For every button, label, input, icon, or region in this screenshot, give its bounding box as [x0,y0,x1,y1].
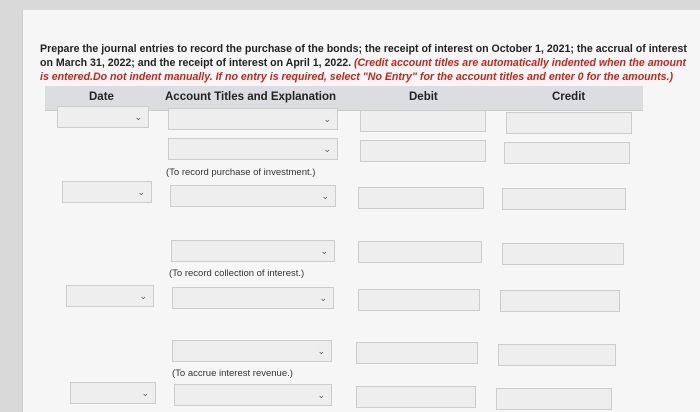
chevron-down-icon: ⌄ [321,191,329,201]
header-credit: Credit [552,91,586,103]
memo-purchase: (To record purchase of investment.) [166,167,316,178]
memo-collection: (To record collection of interest.) [169,268,305,279]
credit-input-2a[interactable] [502,188,626,210]
debit-input-1b[interactable] [360,140,486,162]
instructions: Prepare the journal entries to record th… [40,42,690,84]
debit-input-3a[interactable] [358,289,480,311]
debit-input-2b[interactable] [358,241,482,263]
chevron-down-icon: ⌄ [141,388,149,398]
date-select-4[interactable]: ⌄ [70,382,156,404]
debit-input-1a[interactable] [360,110,486,132]
memo-accrual: (To accrue interest revenue.) [172,368,293,379]
date-select-1[interactable]: ⌄ [57,106,149,128]
debit-input-3b[interactable] [356,342,478,364]
account-select-2b[interactable]: ⌄ [171,240,335,262]
header-date: Date [89,91,114,103]
account-select-4a[interactable]: ⌄ [174,384,332,406]
header-debit: Debit [409,91,438,103]
credit-input-3b[interactable] [498,344,616,366]
account-select-1a[interactable]: ⌄ [168,108,338,130]
date-select-3[interactable]: ⌄ [66,285,154,307]
chevron-down-icon: ⌄ [323,114,331,124]
account-select-3b[interactable]: ⌄ [172,340,332,362]
chevron-down-icon: ⌄ [317,390,325,400]
debit-input-2a[interactable] [358,187,484,209]
credit-input-3a[interactable] [500,290,620,312]
chevron-down-icon: ⌄ [317,346,325,356]
chevron-down-icon: ⌄ [137,187,145,197]
credit-input-2b[interactable] [502,243,624,265]
chevron-down-icon: ⌄ [320,246,328,256]
account-select-3a[interactable]: ⌄ [172,287,334,309]
credit-input-1a[interactable] [506,112,632,134]
credit-input-4a[interactable] [496,388,612,410]
debit-input-4a[interactable] [356,386,476,408]
chevron-down-icon: ⌄ [323,144,331,154]
credit-input-1b[interactable] [504,142,630,164]
account-select-1b[interactable]: ⌄ [168,138,338,160]
account-select-2a[interactable]: ⌄ [170,185,336,207]
header-account-titles: Account Titles and Explanation [165,91,337,103]
chevron-down-icon: ⌄ [134,112,142,122]
chevron-down-icon: ⌄ [319,293,327,303]
chevron-down-icon: ⌄ [139,291,147,301]
date-select-2[interactable]: ⌄ [62,181,152,203]
